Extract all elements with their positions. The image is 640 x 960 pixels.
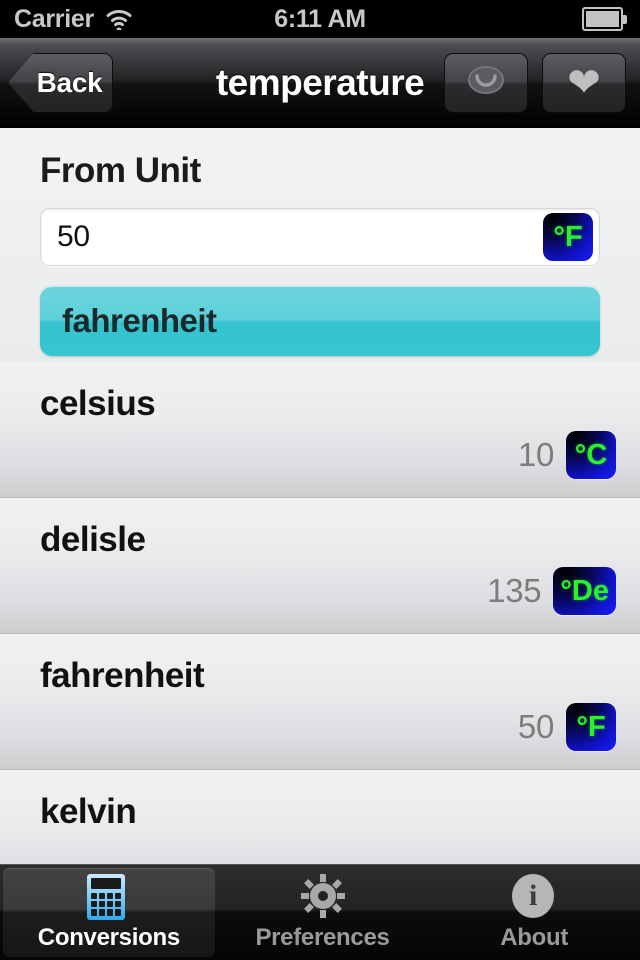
unit-name: delisle	[40, 520, 146, 559]
unit-badge: °F	[566, 703, 616, 751]
navigation-bar: Back temperature ❤	[0, 38, 640, 128]
status-bar-right	[582, 7, 628, 31]
status-bar: Carrier 6:11 AM	[0, 0, 640, 38]
unit-name: fahrenheit	[40, 656, 205, 695]
table-row[interactable]: fahrenheit 50 °F	[0, 634, 640, 770]
unit-name: kelvin	[40, 792, 137, 831]
tab-conversions[interactable]: Conversions	[3, 868, 215, 957]
unit-badge: °De	[553, 567, 616, 615]
unit-result: 135 °De	[487, 567, 616, 615]
calculator-icon	[86, 873, 131, 920]
conversion-list: celsius 10 °C delisle 135 °De fahrenheit…	[0, 362, 640, 864]
heart-icon: ❤	[567, 60, 601, 105]
amount-input[interactable]: 50	[41, 220, 90, 254]
unit-name: celsius	[40, 384, 156, 423]
gear-icon	[300, 873, 345, 920]
from-unit-label: From Unit	[40, 151, 201, 190]
tab-label: Conversions	[37, 923, 180, 951]
tab-label: Preferences	[255, 923, 390, 951]
table-row[interactable]: celsius 10 °C	[0, 362, 640, 498]
main-content: From Unit 50 °F fahrenheit celsius 10 °C…	[0, 129, 640, 864]
from-unit-section: From Unit 50 °F fahrenheit	[0, 129, 640, 362]
selected-unit-pill[interactable]: fahrenheit	[40, 286, 600, 356]
eye-button[interactable]	[444, 52, 528, 113]
amount-input-wrapper[interactable]: 50 °F	[40, 208, 600, 266]
unit-badge: °C	[566, 431, 616, 479]
table-row[interactable]: delisle 135 °De	[0, 498, 640, 634]
tab-preferences[interactable]: Preferences	[217, 865, 429, 960]
selected-unit-label: fahrenheit	[62, 302, 217, 339]
tab-bar: Conversions Preferences i About	[0, 864, 640, 960]
from-unit-badge: °F	[543, 213, 593, 261]
eye-icon	[463, 64, 509, 101]
unit-value: 10	[517, 436, 554, 473]
tab-label: About	[500, 923, 569, 951]
unit-value: 135	[487, 572, 542, 609]
battery-icon	[582, 7, 628, 31]
info-icon: i	[512, 873, 556, 920]
tab-about[interactable]: i About	[428, 865, 640, 960]
unit-result	[554, 839, 616, 864]
clock-label: 6:11 AM	[274, 4, 366, 33]
unit-result: 10 °C	[518, 431, 616, 479]
table-row[interactable]: kelvin	[0, 770, 640, 864]
unit-result: 50 °F	[518, 703, 616, 751]
unit-value: 50	[517, 708, 554, 745]
favorite-button[interactable]: ❤	[542, 52, 626, 113]
app-screen: Carrier 6:11 AM Back temperature ❤ From …	[0, 0, 640, 960]
